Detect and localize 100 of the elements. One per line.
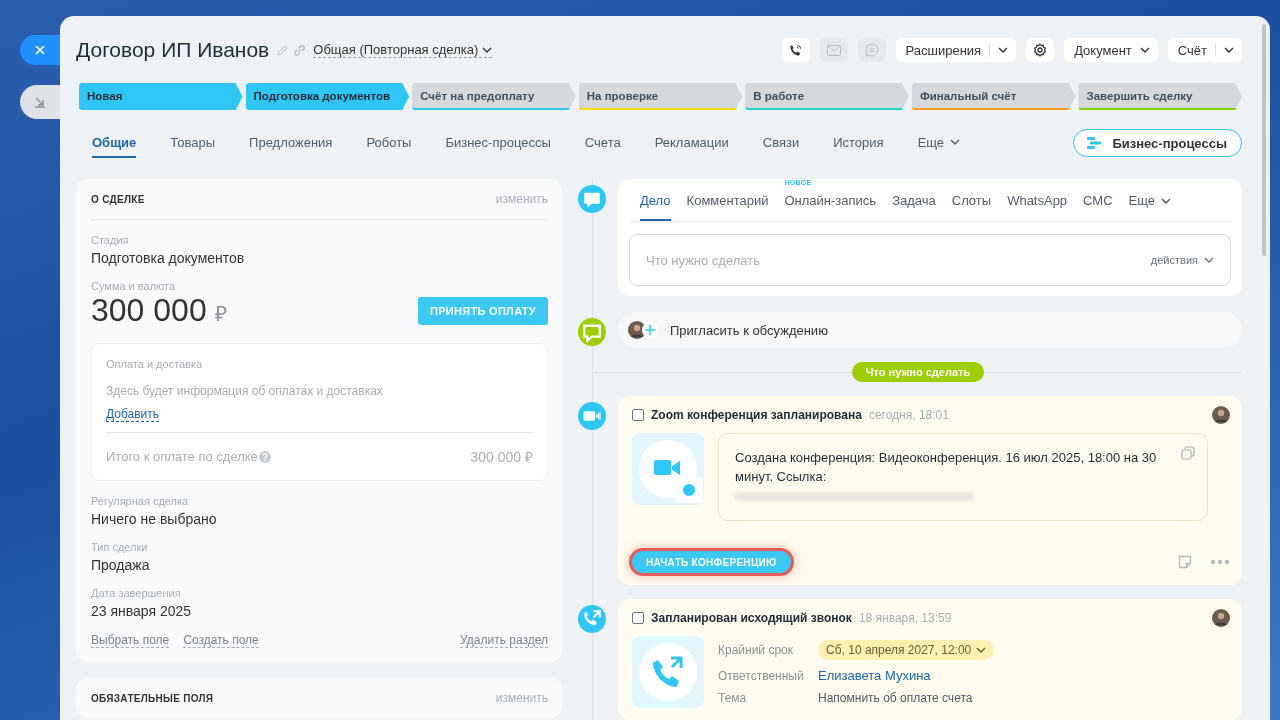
- stage-step[interactable]: Новая: [79, 83, 243, 110]
- category-dropdown[interactable]: Общая (Повторная сделка): [313, 42, 493, 58]
- field-label: Крайний срок: [718, 643, 794, 657]
- settings-icon: [1033, 43, 1048, 57]
- invite-bar[interactable]: Пригласить к обсуждению: [618, 312, 1242, 348]
- caret-icon: [1224, 47, 1234, 53]
- copy-icon[interactable]: [1181, 446, 1195, 460]
- plus-icon: [645, 325, 655, 335]
- card-title: О СДЕЛКЕ: [91, 193, 145, 205]
- tab[interactable]: Рекламации: [654, 128, 729, 158]
- stage-step[interactable]: Счёт на предоплату: [412, 83, 576, 110]
- invite-text: Пригласить к обсуждению: [670, 322, 828, 338]
- business-process-button[interactable]: Бизнес-процессы: [1073, 129, 1242, 157]
- caret-icon: [482, 46, 493, 53]
- editor-tab[interactable]: Дело: [640, 193, 671, 221]
- outgoing-call-icon: [578, 605, 606, 633]
- deadline-chip[interactable]: Сб, 10 апреля 2027, 12:00: [818, 640, 995, 660]
- mail-icon: [826, 44, 841, 56]
- tab[interactable]: Товары: [170, 128, 216, 158]
- more-icon[interactable]: [1210, 559, 1230, 565]
- person-link[interactable]: Елизавета Мухина: [818, 668, 995, 683]
- tab[interactable]: История: [833, 128, 884, 158]
- split-button[interactable]: Счёт: [1167, 38, 1242, 62]
- tab[interactable]: Предложения: [249, 128, 333, 158]
- chat-bubble-icon: [578, 318, 606, 346]
- stage-step[interactable]: На проверке: [578, 83, 743, 110]
- total-label: Итого к оплате по сделке: [106, 449, 258, 464]
- tab[interactable]: Связи: [762, 128, 800, 158]
- currency-sign: ₽: [214, 302, 227, 325]
- field-value: Продажа: [91, 557, 151, 573]
- editor-tab[interactable]: Комментарий: [686, 193, 769, 221]
- chat-bubble-icon: [578, 185, 606, 213]
- activity-time: сегодня, 18:01: [868, 408, 949, 422]
- avatar: [1212, 406, 1230, 424]
- process-icon: [1086, 136, 1103, 150]
- link-icon[interactable]: [294, 44, 306, 56]
- field-value: 23 января 2025: [91, 603, 193, 619]
- tab[interactable]: Еще: [917, 128, 961, 158]
- caret-icon: [1139, 47, 1150, 53]
- total-value: 300 000 ₽: [470, 448, 533, 466]
- editor-tab[interactable]: Еще: [1128, 193, 1172, 221]
- activity-time: 18 января, 13:59: [858, 611, 952, 625]
- settings-button[interactable]: [1026, 38, 1055, 62]
- card-title: ОБЯЗАТЕЛЬНЫЕ ПОЛЯ: [91, 692, 214, 704]
- stage-step[interactable]: В работе: [745, 83, 909, 110]
- field-value: Ничего не выбрано: [91, 511, 218, 527]
- panel-title: Оплата и доставка: [106, 358, 204, 370]
- todo-input[interactable]: Что нужно сделать действия: [629, 234, 1231, 286]
- caret-icon: [1204, 257, 1214, 263]
- field-link[interactable]: Создать поле: [183, 633, 259, 648]
- editor-tab[interactable]: Слоты: [951, 193, 992, 221]
- add-link[interactable]: Добавить: [106, 407, 160, 422]
- tab[interactable]: Счета: [584, 128, 621, 158]
- close-button[interactable]: [20, 35, 60, 65]
- stage-step[interactable]: Финальный счёт: [911, 83, 1076, 110]
- actions-dropdown[interactable]: действия: [1150, 254, 1214, 266]
- dropdown-button[interactable]: Документ: [1064, 38, 1158, 62]
- section-label: Что нужно сделать: [851, 362, 985, 382]
- caret-icon: [1161, 197, 1172, 204]
- chat-icon: [864, 43, 879, 57]
- pencil-icon[interactable]: [277, 44, 289, 56]
- field-label: Сумма и валюта: [91, 280, 177, 292]
- field-label: Тема: [718, 691, 748, 705]
- field-label: Тип сделки: [91, 541, 149, 553]
- arrow-down-right-icon: [34, 96, 46, 108]
- caret-icon: [950, 139, 961, 145]
- checkbox[interactable]: [632, 612, 644, 624]
- video-camera-icon: [578, 402, 606, 430]
- caret-icon: [998, 47, 1009, 53]
- tab[interactable]: Общие: [92, 128, 137, 158]
- editor-tab[interactable]: Задача: [892, 193, 936, 221]
- close-icon: [35, 45, 45, 55]
- avatar: [1212, 609, 1230, 627]
- message-text: Создана конференция: Видеоконференция. 16 июл 2025, 18:00 на 30 минут. Ссылка:: [735, 450, 1157, 484]
- field-label: Стадия: [91, 234, 130, 246]
- help-icon[interactable]: [258, 450, 271, 463]
- minimize-button[interactable]: [20, 85, 60, 119]
- note-icon[interactable]: [1178, 555, 1192, 569]
- delete-section-link[interactable]: Удалить раздел: [460, 633, 548, 648]
- panel-text: Здесь будет информация об оплатах и доставках: [106, 384, 384, 398]
- field-label: Регулярная сделка: [91, 495, 190, 507]
- field-link[interactable]: Выбрать поле: [91, 633, 170, 648]
- caret-icon: [976, 647, 987, 653]
- video-call-icon: [632, 433, 704, 505]
- activity-title: Zoom конференция запланирована: [651, 408, 862, 422]
- tab[interactable]: Бизнес-процессы: [445, 128, 551, 158]
- activity-title: Запланирован исходящий звонок: [651, 611, 852, 625]
- stage-step[interactable]: Подготовка документов: [245, 83, 410, 110]
- field-value: Напомнить об оплате счета: [818, 691, 974, 705]
- amount-value: 300 000: [91, 292, 207, 328]
- field-value: Подготовка документов: [91, 250, 246, 266]
- phone-button[interactable]: [781, 38, 810, 62]
- split-button[interactable]: Расширения: [895, 38, 1017, 62]
- stage-step[interactable]: Завершить сделку: [1078, 83, 1243, 110]
- editor-tab[interactable]: WhatsApp: [1007, 193, 1068, 221]
- phone-icon: [789, 43, 802, 57]
- deal-title: Договор ИП Иванов: [76, 38, 270, 62]
- checkbox[interactable]: [632, 409, 644, 421]
- editor-tab[interactable]: СМС: [1083, 193, 1113, 221]
- tab[interactable]: Роботы: [366, 128, 412, 158]
